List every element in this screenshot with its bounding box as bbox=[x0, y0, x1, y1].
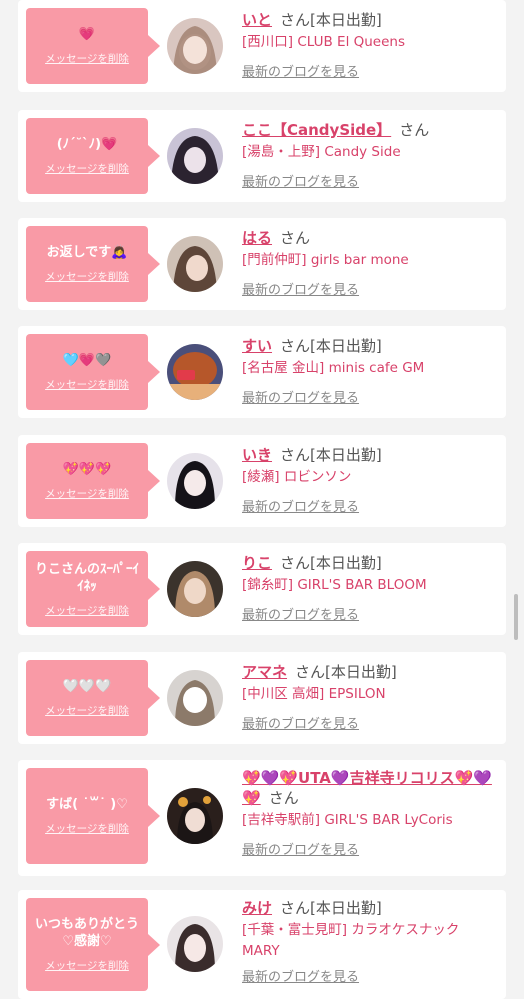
list-item: りこさんのｽｰﾊﾟｰｲｲﾈｯ メッセージを削除 りこ さん[本日出勤] [錦糸町]… bbox=[18, 543, 506, 635]
message-bubble: りこさんのｽｰﾊﾟｰｲｲﾈｯ メッセージを削除 bbox=[26, 551, 160, 627]
list-item: 💗 メッセージを削除 いと さん[本日出勤] [西川口] CLUB El Quee… bbox=[18, 0, 506, 92]
list-item: 🤍🤍🤍 メッセージを削除 アマネ さん[本日出勤] [中川区 高畑] EPSILO… bbox=[18, 652, 506, 744]
honorific: さん bbox=[295, 663, 326, 681]
message-bubble: いつもありがとう♡感謝♡ メッセージを削除 bbox=[26, 898, 160, 991]
delete-message-link[interactable]: メッセージを削除 bbox=[45, 161, 129, 176]
shop-info: [門前仲町] girls bar mone bbox=[242, 252, 409, 268]
blog-link[interactable]: 最新のブログを見る bbox=[242, 604, 359, 623]
blog-link[interactable]: 最新のブログを見る bbox=[242, 966, 359, 985]
message-text: (ﾉ´˘`ﾉ)💗 bbox=[56, 137, 118, 152]
blog-link[interactable]: 最新のブログを見る bbox=[242, 387, 359, 406]
delete-message-link[interactable]: メッセージを削除 bbox=[45, 486, 129, 501]
message-text: 💖💖💖 bbox=[62, 462, 112, 477]
list-item: すば( ˙꒳˙ )♡ メッセージを削除 💖💜💖UTA💜吉祥寺リコリス💖💜💖 さん … bbox=[18, 760, 506, 876]
honorific: さん bbox=[280, 229, 311, 247]
delete-message-link[interactable]: メッセージを削除 bbox=[45, 377, 129, 392]
list-item: お返しです🙇‍♀️ メッセージを削除 はる さん [門前仲町] girls bar… bbox=[18, 218, 506, 310]
shop-info: [西川口] CLUB El Queens bbox=[242, 34, 405, 50]
list-item: 💖💖💖 メッセージを削除 いき さん[本日出勤] [綾瀬] ロビンソン 最新のブロ… bbox=[18, 435, 506, 527]
list-item: いつもありがとう♡感謝♡ メッセージを削除 みけ さん[本日出勤] [千葉・富士見… bbox=[18, 890, 506, 999]
message-text: 🤍🤍🤍 bbox=[62, 679, 112, 694]
delete-message-link[interactable]: メッセージを削除 bbox=[45, 703, 129, 718]
work-today-badge: [本日出勤] bbox=[310, 337, 382, 355]
avatar[interactable] bbox=[167, 128, 223, 184]
list-item: (ﾉ´˘`ﾉ)💗 メッセージを削除 ここ【CandySide】 さん [湯島・上野… bbox=[18, 110, 506, 202]
card-info: すい さん[本日出勤] [名古屋 金山] minis cafe GM 最新のブログ… bbox=[242, 336, 494, 406]
message-bubble: すば( ˙꒳˙ )♡ メッセージを削除 bbox=[26, 768, 160, 864]
cast-name-link[interactable]: みけ bbox=[242, 899, 272, 917]
message-text: 💗 bbox=[78, 27, 96, 42]
shop-info: [湯島・上野] Candy Side bbox=[242, 144, 401, 160]
shop-info: [綾瀬] ロビンソン bbox=[242, 469, 352, 485]
shop-info: [中川区 高畑] EPSILON bbox=[242, 686, 386, 702]
card-info: いと さん[本日出勤] [西川口] CLUB El Queens 最新のブログを見… bbox=[242, 10, 494, 80]
cast-name-link[interactable]: いと bbox=[242, 11, 272, 29]
blog-link[interactable]: 最新のブログを見る bbox=[242, 171, 359, 190]
card-info: はる さん [門前仲町] girls bar mone 最新のブログを見る bbox=[242, 228, 494, 298]
shop-info: [錦糸町] GIRL'S BAR BLOOM bbox=[242, 577, 427, 593]
work-today-badge: [本日出勤] bbox=[310, 554, 382, 572]
cast-name-link[interactable]: はる bbox=[242, 229, 272, 247]
cast-name-link[interactable]: アマネ bbox=[242, 663, 287, 681]
shop-info: [吉祥寺駅前] GIRL'S BAR LyCoris bbox=[242, 812, 453, 828]
message-text: すば( ˙꒳˙ )♡ bbox=[46, 797, 128, 812]
avatar[interactable] bbox=[167, 670, 223, 726]
work-today-badge: [本日出勤] bbox=[310, 899, 382, 917]
avatar[interactable] bbox=[167, 916, 223, 972]
card-info: みけ さん[本日出勤] [千葉・富士見町] カラオケスナック MARY 最新のブロ… bbox=[242, 898, 494, 985]
message-bubble: 🩵💗🩶 メッセージを削除 bbox=[26, 334, 160, 410]
blog-link[interactable]: 最新のブログを見る bbox=[242, 61, 359, 80]
shop-info: [名古屋 金山] minis cafe GM bbox=[242, 360, 425, 376]
blog-link[interactable]: 最新のブログを見る bbox=[242, 279, 359, 298]
honorific: さん bbox=[268, 789, 299, 807]
blog-link[interactable]: 最新のブログを見る bbox=[242, 839, 359, 858]
list-item: 🩵💗🩶 メッセージを削除 すい さん[本日出勤] [名古屋 金山] minis c… bbox=[18, 326, 506, 418]
scrollbar-thumb[interactable] bbox=[514, 594, 518, 640]
message-bubble: お返しです🙇‍♀️ メッセージを削除 bbox=[26, 226, 160, 302]
card-info: いき さん[本日出勤] [綾瀬] ロビンソン 最新のブログを見る bbox=[242, 445, 494, 515]
avatar[interactable] bbox=[167, 344, 223, 400]
delete-message-link[interactable]: メッセージを削除 bbox=[45, 51, 129, 66]
avatar[interactable] bbox=[167, 453, 223, 509]
blog-link[interactable]: 最新のブログを見る bbox=[242, 496, 359, 515]
cast-name-link[interactable]: ここ【CandySide】 bbox=[242, 121, 391, 139]
work-today-badge: [本日出勤] bbox=[325, 663, 397, 681]
work-today-badge: [本日出勤] bbox=[310, 446, 382, 464]
honorific: さん bbox=[280, 899, 311, 917]
card-info: 💖💜💖UTA💜吉祥寺リコリス💖💜💖 さん [吉祥寺駅前] GIRL'S BAR L… bbox=[242, 768, 494, 858]
delete-message-link[interactable]: メッセージを削除 bbox=[45, 269, 129, 284]
blog-link[interactable]: 最新のブログを見る bbox=[242, 713, 359, 732]
work-today-badge: [本日出勤] bbox=[310, 11, 382, 29]
message-bubble: 🤍🤍🤍 メッセージを削除 bbox=[26, 660, 160, 736]
message-text: いつもありがとう♡感謝♡ bbox=[34, 917, 139, 949]
card-info: りこ さん[本日出勤] [錦糸町] GIRL'S BAR BLOOM 最新のブログ… bbox=[242, 553, 494, 623]
delete-message-link[interactable]: メッセージを削除 bbox=[45, 603, 129, 618]
message-text: 🩵💗🩶 bbox=[62, 353, 112, 368]
delete-message-link[interactable]: メッセージを削除 bbox=[45, 958, 129, 973]
cast-name-link[interactable]: いき bbox=[242, 446, 272, 464]
honorific: さん bbox=[399, 121, 430, 139]
avatar[interactable] bbox=[167, 18, 223, 74]
message-text: りこさんのｽｰﾊﾟｰｲｲﾈｯ bbox=[34, 561, 139, 594]
avatar[interactable] bbox=[167, 236, 223, 292]
cast-name-link[interactable]: すい bbox=[242, 337, 272, 355]
message-bubble: (ﾉ´˘`ﾉ)💗 メッセージを削除 bbox=[26, 118, 160, 194]
card-info: ここ【CandySide】 さん [湯島・上野] Candy Side 最新のブロ… bbox=[242, 120, 494, 190]
honorific: さん bbox=[280, 446, 311, 464]
delete-message-link[interactable]: メッセージを削除 bbox=[45, 821, 129, 836]
message-bubble: 💖💖💖 メッセージを削除 bbox=[26, 443, 160, 519]
message-text: お返しです🙇‍♀️ bbox=[46, 245, 128, 260]
avatar[interactable] bbox=[167, 561, 223, 617]
honorific: さん bbox=[280, 11, 311, 29]
honorific: さん bbox=[280, 337, 311, 355]
cast-name-link[interactable]: りこ bbox=[242, 554, 272, 572]
honorific: さん bbox=[280, 554, 311, 572]
card-info: アマネ さん[本日出勤] [中川区 高畑] EPSILON 最新のブログを見る bbox=[242, 662, 494, 732]
avatar[interactable] bbox=[167, 788, 223, 844]
message-bubble: 💗 メッセージを削除 bbox=[26, 8, 160, 84]
shop-info: [千葉・富士見町] カラオケスナック MARY bbox=[242, 922, 460, 959]
